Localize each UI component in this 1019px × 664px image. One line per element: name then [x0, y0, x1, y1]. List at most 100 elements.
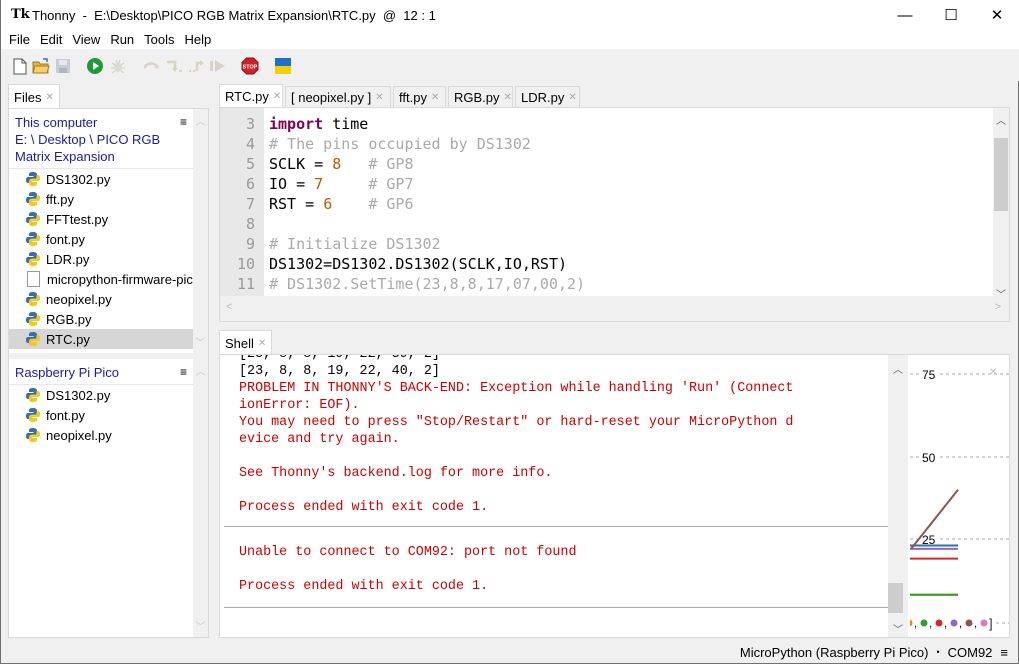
ukraine-flag-button[interactable]: [274, 57, 292, 75]
editor-tab[interactable]: LDR.py ✕: [515, 86, 580, 107]
file-item[interactable]: neopixel.py: [9, 289, 193, 309]
status-menu-icon[interactable]: ≡: [1000, 645, 1008, 660]
code-token: # Initialize DS1302: [269, 235, 441, 253]
editor-tab[interactable]: [ neopixel.py ] ✕: [285, 86, 391, 107]
computer-scrollbar[interactable]: ︿ ﹀: [193, 109, 208, 353]
scroll-thumb[interactable]: [994, 138, 1008, 211]
scroll-left-icon[interactable]: <: [226, 301, 232, 313]
new-file-button[interactable]: [11, 57, 29, 75]
computer-section-header: This computer E: \ Desktop \ PICO RGB Ma…: [9, 109, 193, 169]
stop-button[interactable]: STOP: [241, 57, 259, 75]
shell-pane[interactable]: [23, 8, 8, 19, 22, 39, 2][23, 8, 8, 19, …: [219, 354, 1010, 638]
scroll-down-icon[interactable]: ﹀: [193, 618, 208, 633]
file-item[interactable]: DS1302.py: [9, 169, 193, 189]
scroll-up-icon[interactable]: ︿: [888, 361, 908, 376]
minimize-button[interactable]: —: [882, 0, 928, 30]
this-computer-label: This computer: [15, 115, 98, 130]
svg-text:STOP: STOP: [243, 65, 258, 71]
current-path[interactable]: E: \ Desktop \ PICO RGB Matrix Expansion: [15, 131, 187, 165]
device-menu-icon[interactable]: ≡: [180, 364, 187, 381]
file-item[interactable]: micropython-firmware-pico: [9, 269, 193, 289]
window-title: Thonny - E:\Desktop\PICO RGB Matrix Expa…: [32, 7, 436, 23]
shell-scrollbar[interactable]: ︿ ﹀: [888, 355, 908, 637]
plotter-pane[interactable]: 75 50 25,,,,,] ✕: [905, 355, 1009, 637]
close-icon[interactable]: ✕: [568, 92, 576, 103]
tab-files[interactable]: Files ✕: [8, 84, 60, 109]
maximize-button[interactable]: ☐: [928, 0, 974, 30]
scroll-up-icon[interactable]: ︿: [993, 112, 1009, 127]
editor-tab[interactable]: fft.py ✕: [393, 86, 446, 107]
menu-file[interactable]: File: [5, 32, 34, 47]
code-line: import time: [264, 114, 993, 134]
run-button[interactable]: [86, 57, 104, 75]
device-scrollbar[interactable]: ︿ ﹀: [193, 359, 208, 637]
editor-horizontal-scrollbar[interactable]: < >: [220, 296, 1009, 321]
file-item[interactable]: fft.py: [9, 189, 193, 209]
file-item[interactable]: font.py: [9, 405, 193, 425]
file-item[interactable]: DS1302.py: [9, 385, 193, 405]
close-icon[interactable]: ✕: [431, 92, 439, 103]
shell-line: [23, 8, 8, 19, 22, 39, 2]: [220, 355, 888, 363]
file-item[interactable]: neopixel.py: [9, 425, 193, 445]
code-token: 8: [332, 155, 342, 173]
close-button[interactable]: ✕: [974, 0, 1019, 30]
close-icon[interactable]: ✕: [375, 92, 383, 103]
shell-output[interactable]: [23, 8, 8, 19, 22, 39, 2][23, 8, 8, 19, …: [220, 355, 888, 637]
tab-shell[interactable]: Shell ✕: [219, 330, 273, 355]
close-icon[interactable]: ✕: [258, 338, 266, 349]
file-name: RTC.py: [46, 331, 90, 347]
step-out-icon: [189, 60, 204, 73]
generic-file-icon: [27, 271, 40, 287]
resume-button[interactable]: [209, 57, 227, 75]
file-item[interactable]: LDR.py: [9, 249, 193, 269]
close-icon[interactable]: ✕: [45, 92, 53, 103]
plotter-close-icon[interactable]: ✕: [989, 367, 997, 378]
save-file-button[interactable]: [54, 57, 72, 75]
editor-vertical-scrollbar[interactable]: ︿ ﹀: [993, 108, 1009, 301]
scroll-up-icon[interactable]: ︿: [193, 363, 208, 378]
editor-tab[interactable]: RGB.py ✕: [448, 86, 513, 107]
scroll-thumb[interactable]: [888, 583, 903, 613]
computer-file-list: DS1302.py fft.py FFTtest.py font.py LDR.py mi…: [9, 169, 193, 349]
code-area[interactable]: import time # The pins occupied by DS1302…: [264, 108, 993, 296]
step-over-button[interactable]: [143, 57, 161, 75]
close-icon[interactable]: ✕: [273, 91, 281, 102]
code-editor[interactable]: 34567891011 - - import time# The pins oc…: [219, 107, 1010, 322]
menu-help[interactable]: Help: [181, 32, 216, 47]
scroll-right-icon[interactable]: >: [995, 301, 1001, 313]
line-number: 11: [236, 275, 255, 293]
interpreter-status[interactable]: MicroPython (Raspberry Pi Pico): [740, 645, 929, 660]
step-out-button[interactable]: [187, 57, 205, 75]
python-file-icon: [26, 292, 40, 306]
shell-output-block: Unable to connect to COM92: port not fou…: [220, 527, 888, 595]
file-item[interactable]: RTC.py: [9, 329, 193, 349]
plot-legend-dot: [935, 619, 943, 627]
line-number: 3: [245, 115, 255, 133]
menu-run[interactable]: Run: [106, 32, 138, 47]
resume-icon: [210, 60, 225, 72]
scroll-down-icon[interactable]: ﹀: [888, 621, 908, 636]
editor-tab[interactable]: RTC.py ✕: [219, 84, 283, 108]
close-icon[interactable]: ✕: [504, 92, 512, 103]
file-item[interactable]: RGB.py: [9, 309, 193, 329]
debug-button[interactable]: [109, 57, 127, 75]
step-into-button[interactable]: [165, 57, 183, 75]
plot-y-tick: 75: [922, 368, 936, 382]
file-name: DS1302.py: [46, 387, 111, 403]
scroll-up-icon[interactable]: ︿: [193, 113, 208, 128]
open-file-button[interactable]: [32, 57, 50, 75]
computer-menu-icon[interactable]: ≡: [180, 114, 187, 131]
port-status[interactable]: COM92: [948, 645, 993, 660]
menu-edit[interactable]: Edit: [36, 32, 66, 47]
editor-tab-label: fft.py: [399, 89, 427, 105]
menu-tools[interactable]: Tools: [140, 32, 178, 47]
shell-line: [23, 8, 8, 19, 22, 40, 2]: [239, 364, 440, 379]
scroll-down-icon[interactable]: ﹀: [193, 334, 208, 349]
code-token: # DS1302.SetTime(23,8,8,17,07,00,2): [269, 275, 586, 293]
file-name: neopixel.py: [46, 291, 112, 307]
file-item[interactable]: font.py: [9, 229, 193, 249]
file-item[interactable]: FFTtest.py: [9, 209, 193, 229]
menu-view[interactable]: View: [68, 32, 104, 47]
